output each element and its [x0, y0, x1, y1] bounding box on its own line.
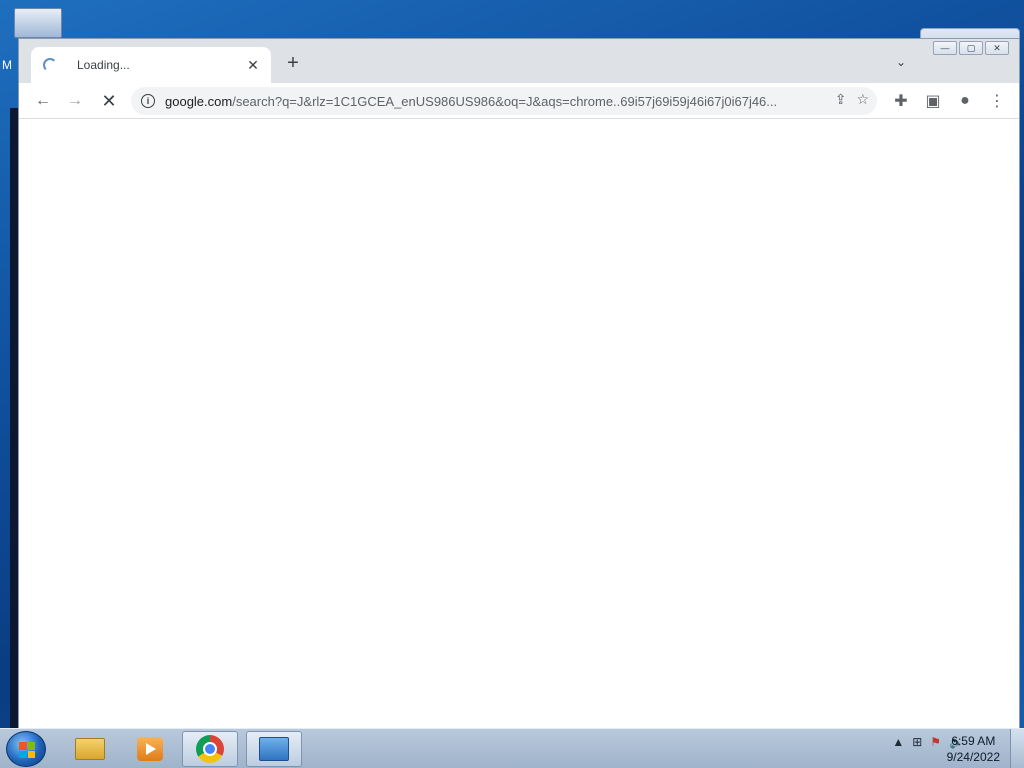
- network-icon[interactable]: ⊞: [912, 735, 922, 749]
- windows-logo-icon: [19, 742, 35, 758]
- background-window-edge: [10, 108, 18, 728]
- browser-menu-icon[interactable]: ⋮: [985, 89, 1009, 113]
- side-panel-icon[interactable]: ▣: [921, 89, 945, 113]
- share-icon[interactable]: ⇪: [835, 91, 847, 108]
- media-player-icon: [137, 737, 163, 761]
- tab-loading[interactable]: Loading... ✕: [31, 47, 271, 83]
- clock[interactable]: 6:59 AM 9/24/2022: [947, 733, 1000, 765]
- browser-window: Loading... ✕ + ⌄ — ▢ ✕ ← → ✕ i google.co…: [18, 38, 1020, 730]
- taskbar-chrome[interactable]: [182, 731, 238, 767]
- taskbar: ▲ ⊞ ⚑ 🔊 6:59 AM 9/24/2022: [0, 728, 1024, 768]
- tab-search-button[interactable]: ⌄: [891, 55, 911, 75]
- browser-toolbar: ← → ✕ i google.com/search?q=J&rlz=1C1GCE…: [19, 83, 1019, 119]
- taskbar-file-explorer[interactable]: [62, 731, 118, 767]
- tab-close-icon[interactable]: ✕: [245, 57, 261, 74]
- control-panel-icon: [259, 737, 289, 761]
- action-center-flag-icon[interactable]: ⚑: [930, 735, 941, 749]
- desktop-icon[interactable]: [14, 8, 62, 38]
- desktop-edge-letter: M: [2, 58, 12, 72]
- folder-icon: [75, 738, 105, 760]
- url-path: /search?q=J&rlz=1C1GCEA_enUS986US986&oq=…: [232, 93, 778, 109]
- profile-avatar-icon[interactable]: ●: [953, 89, 977, 113]
- show-hidden-icons-icon[interactable]: ▲: [892, 735, 904, 749]
- start-button[interactable]: [6, 731, 46, 767]
- site-info-icon[interactable]: i: [141, 94, 155, 108]
- back-button[interactable]: ←: [31, 89, 55, 113]
- minimize-button[interactable]: —: [933, 41, 957, 55]
- show-desktop-button[interactable]: [1010, 729, 1024, 768]
- new-tab-button[interactable]: +: [283, 53, 303, 75]
- tab-title: Loading...: [77, 58, 130, 72]
- close-window-button[interactable]: ✕: [985, 41, 1009, 55]
- chrome-icon: [196, 735, 224, 763]
- url-text[interactable]: google.com/search?q=J&rlz=1C1GCEA_enUS98…: [165, 94, 805, 109]
- window-controls: — ▢ ✕: [933, 41, 1009, 55]
- clock-time: 6:59 AM: [951, 734, 996, 748]
- bookmark-star-icon[interactable]: ☆: [856, 91, 869, 108]
- omnibox-actions: ⇪ ☆: [835, 91, 869, 108]
- address-bar[interactable]: i google.com/search?q=J&rlz=1C1GCEA_enUS…: [131, 87, 877, 115]
- loading-spinner-icon: [43, 58, 57, 72]
- clock-date: 9/24/2022: [946, 750, 1000, 764]
- extensions-icon[interactable]: ✚: [889, 89, 913, 113]
- stop-loading-button[interactable]: ✕: [97, 89, 121, 113]
- url-host: google.com: [165, 93, 233, 109]
- page-content-blank[interactable]: [19, 119, 1019, 729]
- taskbar-media-player[interactable]: [122, 731, 178, 767]
- tab-strip: Loading... ✕ + ⌄ — ▢ ✕: [19, 39, 1019, 83]
- maximize-button[interactable]: ▢: [959, 41, 983, 55]
- forward-button[interactable]: →: [63, 89, 87, 113]
- taskbar-control-panel[interactable]: [246, 731, 302, 767]
